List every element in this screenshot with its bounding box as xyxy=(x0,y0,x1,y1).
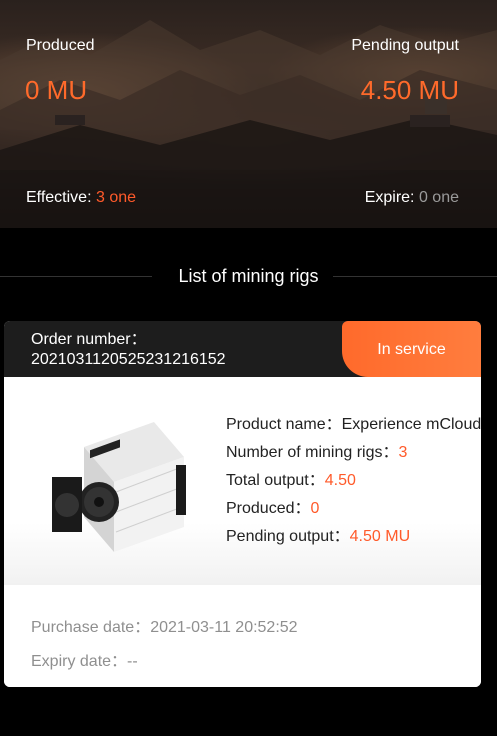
produced-label: Produced xyxy=(26,37,95,54)
total-output-value: 4.50 xyxy=(324,472,356,489)
mining-rig-card[interactable]: Order number： 20210311205252312161​52 In… xyxy=(4,321,481,687)
rig-produced-value: 0 xyxy=(310,500,320,517)
rig-card-body: Product name：Experience mCloud Number of… xyxy=(4,377,481,585)
rig-pending-label: Pending output： xyxy=(226,528,350,545)
purchase-date-value: 2021-03-11 20:52:52 xyxy=(150,619,298,636)
order-number-label: Order number： xyxy=(31,331,147,348)
mining-rig-image xyxy=(52,422,186,552)
effective-label: Effective: xyxy=(26,189,92,206)
expiry-date-row: Expiry date：-- xyxy=(31,647,138,671)
produced-value: 0 MU xyxy=(25,75,88,105)
pending-output-row: Pending output：4.50 MU xyxy=(226,527,481,555)
product-name-row: Product name：Experience mCloud xyxy=(226,415,481,443)
effective-count: Effective: 3 one xyxy=(26,189,136,207)
expiry-date-label: Expiry date： xyxy=(31,653,128,670)
rig-produced-label: Produced： xyxy=(226,500,311,517)
total-output-row: Total output：4.50 xyxy=(226,471,481,499)
summary-banner: Produced 0 MU Pending output 4.50 MU Eff… xyxy=(0,0,497,228)
rig-count-label: Number of mining rigs： xyxy=(226,444,399,461)
rig-pending-value: 4.50 MU xyxy=(349,528,411,545)
expire-value: 0 one xyxy=(418,189,459,206)
expiry-date-value: -- xyxy=(127,653,138,670)
effective-value: 3 one xyxy=(95,189,137,206)
rig-card-footer: Purchase date：2021-03-11 20:52:52 Expiry… xyxy=(4,585,481,687)
pending-output-value: 4.50 MU xyxy=(360,75,459,105)
section-header: List of mining rigs xyxy=(0,262,497,292)
purchase-date-row: Purchase date：2021-03-11 20:52:52 xyxy=(31,613,298,637)
total-output-label: Total output： xyxy=(226,472,325,489)
product-name-value: Experience mCloud xyxy=(341,416,481,433)
order-number-value: 20210311205252312161​52 xyxy=(31,351,226,368)
rig-card-header: Order number： 20210311205252312161​52 In… xyxy=(4,321,481,377)
expire-label: Expire: xyxy=(364,189,415,206)
expire-count: Expire: 0 one xyxy=(365,189,459,207)
purchase-date-label: Purchase date： xyxy=(31,619,151,636)
rig-count-value: 3 xyxy=(398,444,408,461)
rig-count-row: Number of mining rigs：3 xyxy=(226,443,481,471)
rig-info: Product name：Experience mCloud Number of… xyxy=(226,415,481,555)
produced-row: Produced：0 xyxy=(226,499,481,527)
section-title: List of mining rigs xyxy=(178,266,319,286)
product-name-label: Product name： xyxy=(226,416,342,433)
status-badge: In service xyxy=(342,321,481,377)
pending-output-label: Pending output xyxy=(351,37,459,54)
